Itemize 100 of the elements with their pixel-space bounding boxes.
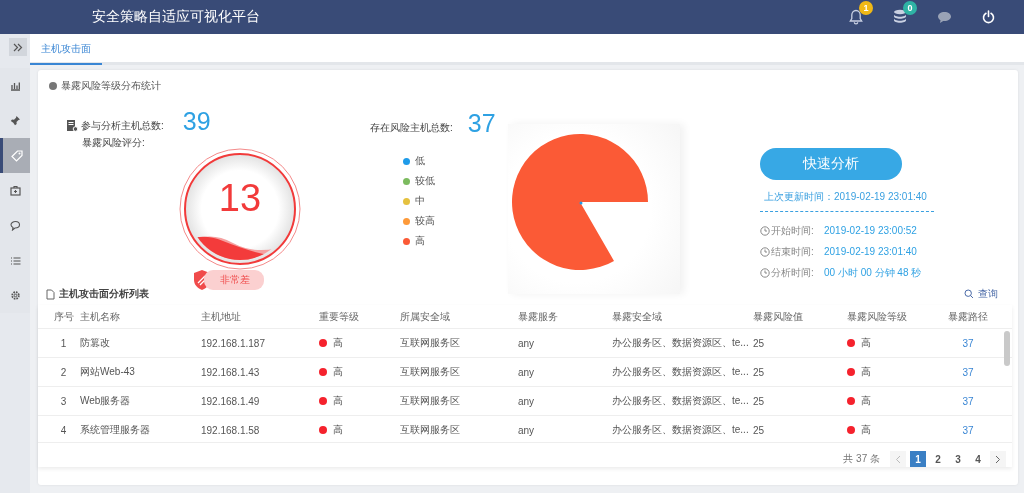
table-cell-text: 办公服务区、数据资源区、te... [612,365,750,380]
table-cell-text: 互联网服务区 [400,394,461,409]
table-cell-text: 系统管理服务器 [80,423,151,438]
legend-label: 较高 [415,214,435,228]
total-hosts-label: 参与分析主机总数: [81,118,164,133]
double-chevron-icon [13,42,23,52]
path-link[interactable]: 37 [938,424,998,436]
risk-hosts-value: 37 [467,109,496,138]
next-page-button[interactable] [990,451,1006,467]
chevron-left-icon [895,454,901,464]
level-text: 高 [861,423,871,438]
table-cell-text: Web服务器 [80,394,132,409]
table-cell-text: 192.168.1.58 [201,424,261,436]
database-icon[interactable] [893,9,907,25]
table-cell-text: 3 [59,395,68,407]
column-header: 序号 [52,309,75,324]
tab[interactable]: 主机攻击面 [30,34,102,65]
path-link[interactable]: 37 [938,395,998,407]
bullet-icon [49,82,57,90]
risk-score-value: 13 [217,177,263,220]
tag-icon [10,149,23,162]
legend-label: 中 [415,194,425,208]
time-label: 分析时间: [771,265,815,280]
chevron-right-icon [995,454,1001,464]
notification-badge: 0 [903,1,917,15]
total-hosts-value: 39 [182,107,211,136]
page-button[interactable]: 4 [970,451,986,467]
table-cell-text: 互联网服务区 [400,365,461,380]
path-link[interactable]: 37 [938,366,998,378]
column-header: 主机地址 [201,309,242,324]
app-title: 安全策略自适应可视化平台 [92,8,260,26]
table-cell-text: any [518,424,536,436]
time-label: 结束时间: [771,244,815,259]
table-cell-text: 防篡改 [80,336,111,351]
column-header: 暴露风险值 [753,309,804,324]
scrollbar[interactable] [1004,331,1010,367]
clock-icon [760,246,770,257]
table-cell-text: 互联网服务区 [400,423,461,438]
column-header: 主机名称 [80,309,121,324]
time-value: 2019-02-19 23:01:40 [824,246,917,257]
risk-score-label: 暴露风险评分: [82,136,146,150]
level-text: 高 [861,394,871,409]
level-text: 高 [333,423,343,438]
section-title: 暴露风险等级分布统计 [61,79,161,93]
table-cell-text: any [518,395,536,407]
total-count: 共 37 条 [843,452,880,466]
level-text: 高 [333,365,343,380]
table-cell-text: 办公服务区、数据资源区、te... [612,423,750,438]
chat-icon[interactable] [936,10,952,24]
table-cell-text: 网站Web-43 [80,365,136,380]
column-header: 暴露服务 [518,309,559,324]
table-cell-text: 25 [753,337,766,349]
table-title: 主机攻击面分析列表 [59,287,149,301]
table-cell-text: 4 [59,424,68,436]
table-cell-text: 192.168.1.49 [201,395,261,407]
last-update-text: 上次更新时间：2019-02-19 23:01:40 [764,190,928,204]
pin-icon [9,115,21,126]
legend-label: 低 [415,154,425,168]
notification-badge: 1 [859,1,873,15]
table-cell-text: 1 [59,337,68,349]
page-button[interactable]: 3 [950,451,966,467]
level-text: 高 [861,365,871,380]
legend-label: 高 [415,234,425,248]
time-label: 开始时间: [771,223,815,238]
column-header: 所属安全域 [400,309,451,324]
clock-icon [760,267,770,278]
power-icon[interactable] [981,10,995,24]
expand-button[interactable] [9,38,27,56]
list-icon [9,255,21,266]
table-cell-text: 25 [753,366,766,378]
quick-analysis-button[interactable]: 快速分析 [760,148,902,180]
table-cell-text: 192.168.1.43 [201,366,261,378]
time-value: 00 小时 00 分钟 48 秒 [824,265,922,280]
bell-icon[interactable] [848,9,864,25]
table-cell-text: 25 [753,395,766,407]
comment-icon [9,220,21,231]
column-header: 重要等级 [319,309,360,324]
page-button[interactable]: 2 [930,451,946,467]
search-button[interactable]: 查询 [964,287,998,301]
rating-badge: 非常差 [204,270,264,290]
document-icon [46,288,55,300]
sidebar-item[interactable] [0,138,30,173]
bar-chart-icon [9,80,21,91]
level-text: 高 [333,394,343,409]
column-header: 暴露风险等级 [847,309,908,324]
time-value: 2019-02-19 23:00:52 [824,225,917,236]
risk-hosts-label: 存在风险主机总数: [370,120,453,135]
table-cell-text: 办公服务区、数据资源区、te... [612,394,750,409]
briefcase-icon [9,185,21,196]
table-cell-text: any [518,337,536,349]
page-button[interactable]: 1 [910,451,926,467]
legend-label: 较低 [415,174,435,188]
search-icon [964,289,974,299]
column-header: 暴露路径 [947,309,989,324]
level-text: 高 [333,336,343,351]
path-link[interactable]: 37 [938,337,998,349]
level-text: 高 [861,336,871,351]
table-cell-text: 办公服务区、数据资源区、te... [612,336,750,351]
clock-icon [760,225,770,236]
server-icon [66,119,78,132]
